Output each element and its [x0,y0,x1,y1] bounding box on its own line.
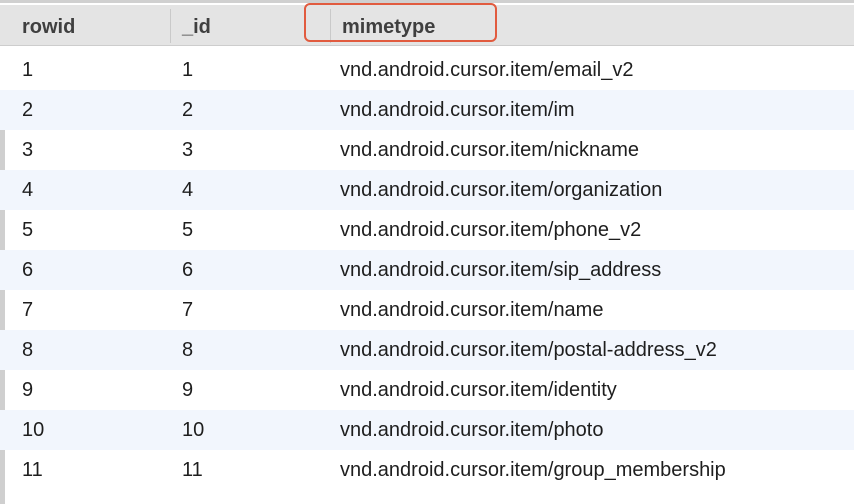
table-row[interactable]: 7 7 vnd.android.cursor.item/name [0,290,854,330]
cell-id[interactable]: 8 [182,330,193,370]
cell-id[interactable]: 10 [182,410,204,450]
cell-id[interactable]: 7 [182,290,193,330]
table-row[interactable]: 4 4 vnd.android.cursor.item/organization [0,170,854,210]
table-row[interactable]: 9 9 vnd.android.cursor.item/identity [0,370,854,410]
table-row[interactable]: 11 11 vnd.android.cursor.item/group_memb… [0,450,854,490]
cell-id[interactable]: 3 [182,130,193,170]
cell-rowid[interactable]: 6 [22,250,33,290]
mimetype-highlight-annotation [304,3,497,42]
cell-mimetype[interactable]: vnd.android.cursor.item/organization [340,170,662,210]
table-row[interactable]: 8 8 vnd.android.cursor.item/postal-addre… [0,330,854,370]
cell-id[interactable]: 2 [182,90,193,130]
cell-id[interactable]: 4 [182,170,193,210]
cell-rowid[interactable]: 8 [22,330,33,370]
cell-rowid[interactable]: 1 [22,50,33,90]
cell-mimetype[interactable]: vnd.android.cursor.item/nickname [340,130,639,170]
table-row[interactable]: 1 1 vnd.android.cursor.item/email_v2 [0,50,854,90]
cell-mimetype[interactable]: vnd.android.cursor.item/sip_address [340,250,661,290]
column-header-rowid[interactable]: rowid [22,5,75,45]
cell-rowid[interactable]: 11 [22,450,43,490]
cell-mimetype[interactable]: vnd.android.cursor.item/phone_v2 [340,210,641,250]
cell-id[interactable]: 1 [182,50,193,90]
data-table: rowid _id mimetype 1 1 vnd.android.curso… [0,0,854,504]
table-row[interactable]: 2 2 vnd.android.cursor.item/im [0,90,854,130]
column-divider[interactable] [170,9,171,43]
cell-mimetype[interactable]: vnd.android.cursor.item/identity [340,370,617,410]
cell-rowid[interactable]: 5 [22,210,33,250]
cell-id[interactable]: 11 [182,450,203,490]
cell-rowid[interactable]: 2 [22,90,33,130]
cell-rowid[interactable]: 9 [22,370,33,410]
cell-id[interactable]: 5 [182,210,193,250]
table-row[interactable]: 3 3 vnd.android.cursor.item/nickname [0,130,854,170]
column-header-id[interactable]: _id [182,5,211,45]
table-row[interactable]: 6 6 vnd.android.cursor.item/sip_address [0,250,854,290]
cell-id[interactable]: 9 [182,370,193,410]
cell-rowid[interactable]: 3 [22,130,33,170]
cell-id[interactable]: 6 [182,250,193,290]
table-row[interactable]: 10 10 vnd.android.cursor.item/photo [0,410,854,450]
cell-mimetype[interactable]: vnd.android.cursor.item/email_v2 [340,50,633,90]
cell-mimetype[interactable]: vnd.android.cursor.item/name [340,290,603,330]
cell-mimetype[interactable]: vnd.android.cursor.item/im [340,90,575,130]
cell-mimetype[interactable]: vnd.android.cursor.item/group_membership [340,450,726,490]
cell-rowid[interactable]: 10 [22,410,44,450]
table-row[interactable]: 5 5 vnd.android.cursor.item/phone_v2 [0,210,854,250]
cell-rowid[interactable]: 7 [22,290,33,330]
cell-mimetype[interactable]: vnd.android.cursor.item/postal-address_v… [340,330,717,370]
cell-rowid[interactable]: 4 [22,170,33,210]
cell-mimetype[interactable]: vnd.android.cursor.item/photo [340,410,604,450]
